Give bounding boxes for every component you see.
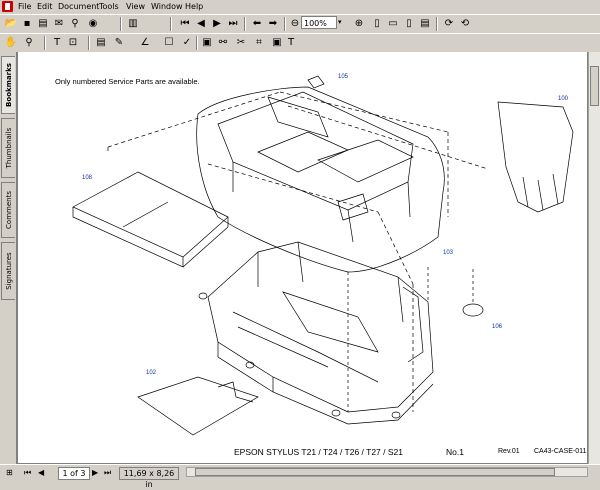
toolbar-separator	[88, 36, 90, 50]
touchup-icon[interactable]: ▣	[270, 36, 284, 50]
zoom-in-icon[interactable]: ⊕	[352, 17, 366, 31]
menu-document[interactable]: Document	[56, 0, 101, 14]
save-icon[interactable]: ▪	[20, 17, 34, 31]
footer-code: CA43-CASE-011	[534, 448, 587, 455]
menu-window[interactable]: Window	[149, 0, 185, 14]
first-page-icon[interactable]: ⏮	[24, 467, 31, 478]
vertical-scroll-thumb[interactable]	[590, 66, 599, 106]
callout-103: 103	[443, 250, 454, 256]
callout-105: 105	[338, 74, 349, 80]
footer-model: EPSON STYLUS T21 / T24 / T26 / T27 / S21	[234, 447, 403, 457]
pages-icon[interactable]: ▥	[126, 17, 140, 31]
callout-106: 106	[492, 324, 503, 330]
rotate-icon[interactable]: ⟳	[442, 17, 456, 31]
snapshot-icon[interactable]: ⊡	[66, 36, 80, 50]
forward-arrow-icon[interactable]: ➡	[266, 17, 280, 31]
menu-bar: File Edit Document Tools View Window Hel…	[0, 0, 600, 14]
fit-width-icon[interactable]: ▯	[402, 17, 416, 31]
callout-100: 100	[558, 96, 569, 102]
zoom-out-icon[interactable]: ⊖	[288, 17, 302, 31]
email-icon[interactable]: ✉	[52, 17, 66, 31]
toolbar-row-2: ✋ ⚲ T ⊡ ▤ ✎ ∠ ☐ ✓ ▣ ⚯ ✂ ⌗ ▣ T	[0, 33, 600, 53]
zoom-tool-icon[interactable]: ⚲	[22, 36, 36, 50]
fit-page-icon[interactable]: ▭	[386, 17, 400, 31]
text-touchup-icon[interactable]: T	[284, 36, 298, 50]
open-folder-icon[interactable]: 📂	[4, 17, 18, 31]
footer-revision: Rev.01	[498, 448, 520, 455]
navigation-panel-tabs: Bookmarks Thumbnails Comments Signatures	[0, 52, 17, 464]
tab-bookmarks-label: Bookmarks	[4, 63, 13, 107]
horizontal-scrollbar[interactable]	[186, 467, 588, 477]
markup-icon[interactable]: ✓	[180, 36, 194, 50]
acrobat-icon	[2, 1, 13, 12]
toolbar-separator	[244, 17, 246, 31]
toolbar-separator	[120, 17, 122, 31]
pdf-page: Only numbered Service Parts are availabl…	[18, 52, 587, 463]
hand-tool-icon[interactable]: ✋	[4, 36, 18, 50]
tab-thumbnails-label: Thumbnails	[4, 127, 13, 169]
page-number-field[interactable]: 1 of 3	[58, 467, 90, 480]
callout-102: 102	[146, 370, 157, 376]
last-page-icon[interactable]: ⏭	[226, 17, 240, 31]
stamp-icon[interactable]: ☐	[162, 36, 176, 50]
create-pdf-icon[interactable]: ◉	[86, 17, 100, 31]
print-icon[interactable]: ▤	[36, 17, 50, 31]
toolbar-separator	[44, 36, 46, 50]
next-page-icon[interactable]: ▶	[210, 17, 224, 31]
comment-icon[interactable]: ▤	[94, 36, 108, 50]
tab-comments-label: Comments	[4, 191, 13, 229]
menu-tools[interactable]: Tools	[97, 0, 121, 14]
select-text-icon[interactable]: T	[50, 36, 64, 50]
tab-thumbnails[interactable]: Thumbnails	[1, 118, 15, 178]
callout-108: 108	[82, 175, 93, 181]
article-icon[interactable]: ✂	[234, 36, 248, 50]
first-page-icon[interactable]: ⏮	[178, 17, 192, 31]
pencil-icon[interactable]: ✎	[112, 36, 126, 50]
last-page-icon[interactable]: ⏭	[104, 467, 111, 478]
menu-help[interactable]: Help	[183, 0, 205, 14]
toolbar-row-1: 📂 ▪ ▤ ✉ ⚲ ◉ ▥ ⏮ ◀ ▶ ⏭ ⬅ ➡ ⊖ ⊕ ▯ ▭ ▯ ▤ ⟳ …	[0, 14, 600, 34]
toolbar-separator	[196, 36, 198, 50]
next-page-icon[interactable]: ▶	[92, 467, 98, 478]
horizontal-scroll-thumb[interactable]	[195, 468, 555, 476]
movie-icon[interactable]: ▣	[200, 36, 214, 50]
zoom-input[interactable]: 100%	[301, 16, 337, 29]
previous-page-icon[interactable]: ◀	[38, 467, 44, 478]
menu-view[interactable]: View	[124, 0, 147, 14]
exploded-view-drawing	[72, 75, 574, 436]
search-icon[interactable]: ⚲	[68, 17, 82, 31]
tab-signatures[interactable]: Signatures	[1, 242, 15, 300]
actual-size-icon[interactable]: ▯	[370, 17, 384, 31]
toolbar-separator	[170, 17, 172, 31]
vertical-scrollbar[interactable]	[588, 52, 600, 464]
zoom-dropdown-icon[interactable]: ▾	[338, 16, 348, 29]
back-arrow-icon[interactable]: ⬅	[250, 17, 264, 31]
tab-comments[interactable]: Comments	[1, 182, 15, 238]
page-size-display: 11,69 x 8,26 in	[119, 467, 179, 489]
menu-edit[interactable]: Edit	[35, 0, 55, 14]
previous-page-icon[interactable]: ◀	[194, 17, 208, 31]
footer-number: No.1	[446, 447, 464, 457]
panel-toggle-icon[interactable]: ⊞	[6, 467, 13, 478]
crop-icon[interactable]: ⌗	[252, 36, 266, 50]
reflow-icon[interactable]: ▤	[418, 17, 432, 31]
menu-file[interactable]: File	[16, 0, 33, 14]
toolbar-separator	[436, 17, 438, 31]
toolbar-separator	[284, 17, 286, 31]
tab-bookmarks[interactable]: Bookmarks	[1, 56, 15, 114]
tab-signatures-label: Signatures	[4, 252, 13, 290]
link-icon[interactable]: ⚯	[216, 36, 230, 50]
highlight-icon[interactable]: ∠	[138, 36, 152, 50]
rotate-ccw-icon[interactable]: ⟲	[458, 17, 472, 31]
